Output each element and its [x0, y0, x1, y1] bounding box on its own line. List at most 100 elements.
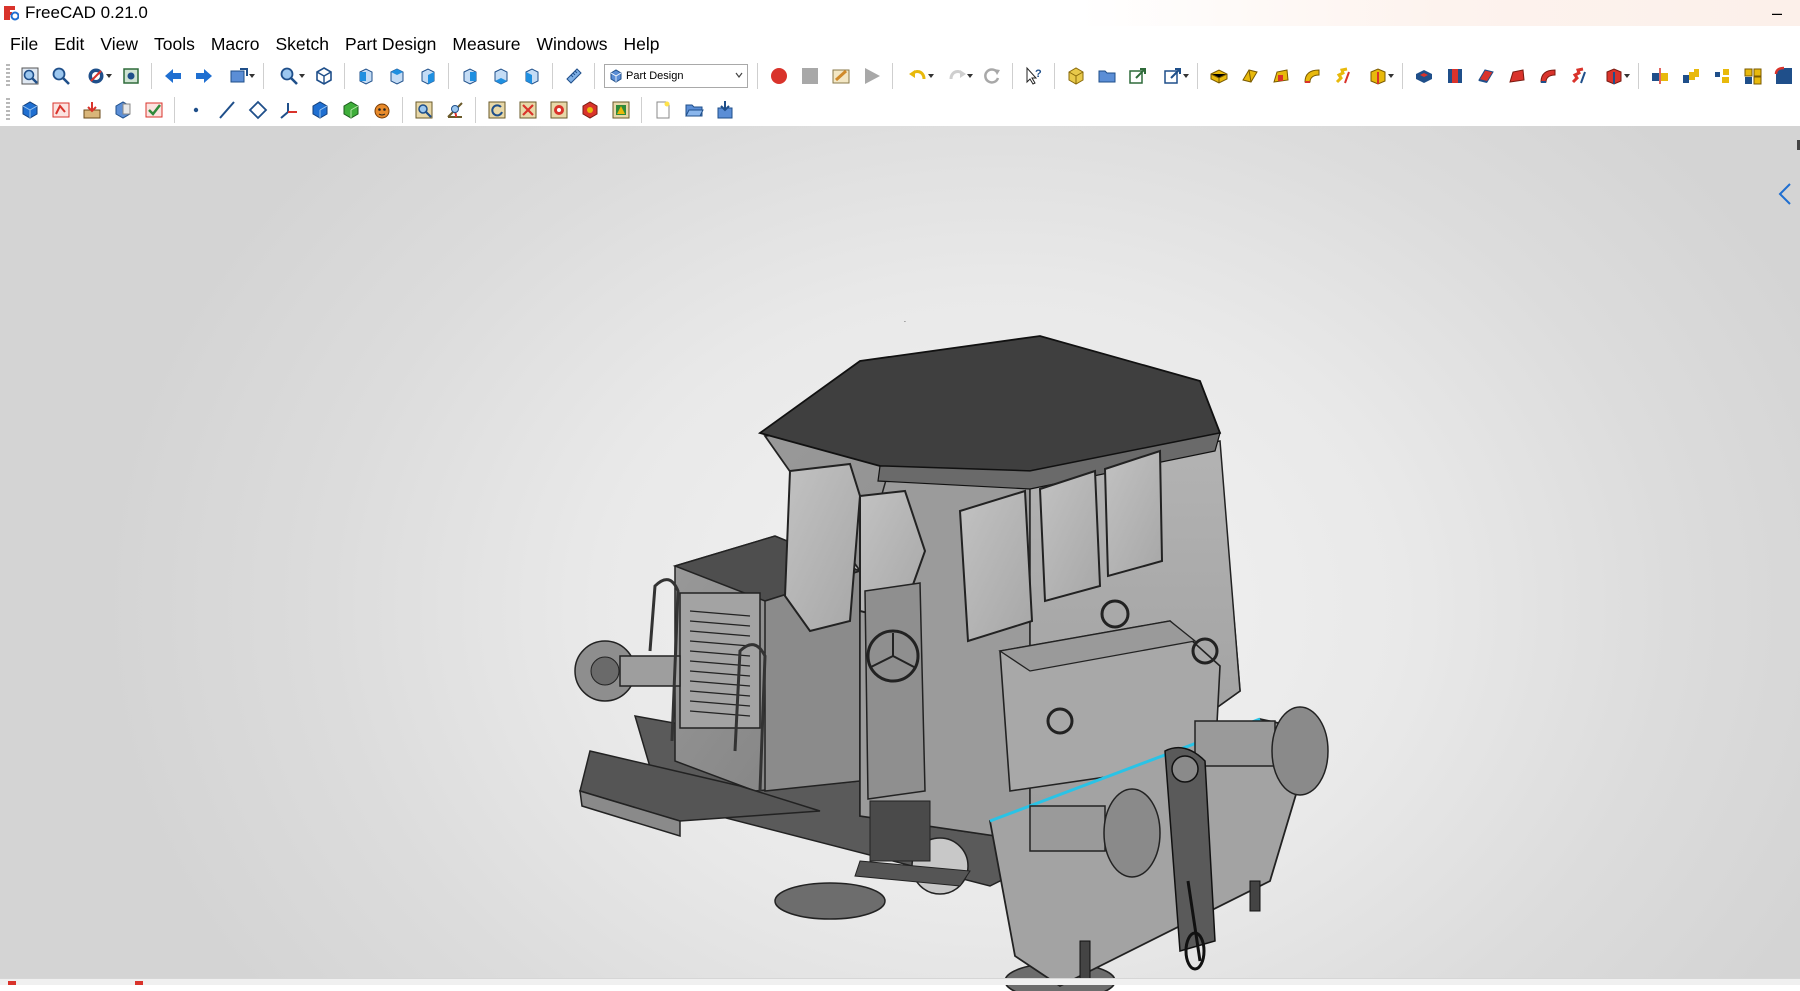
revolution-icon[interactable] [1234, 61, 1265, 91]
status-indicator [8, 981, 16, 985]
create-body-icon[interactable] [1060, 61, 1091, 91]
menu-sketch[interactable]: Sketch [267, 30, 337, 58]
subtractive-primitive-icon[interactable] [1594, 61, 1633, 91]
nav-back-icon[interactable] [157, 61, 188, 91]
linear-pattern-icon[interactable] [1675, 61, 1706, 91]
svg-text:?: ? [1035, 68, 1042, 80]
undo-icon[interactable] [898, 61, 937, 91]
subtractive-helix-icon[interactable] [1563, 61, 1594, 91]
menu-file[interactable]: File [2, 30, 46, 58]
refresh-icon[interactable] [976, 61, 1007, 91]
chevron-down-icon [735, 72, 743, 78]
front-view-icon[interactable] [350, 61, 381, 91]
toolbar-grip[interactable] [6, 64, 10, 88]
minimize-button[interactable]: – [1772, 0, 1782, 26]
open-document-icon[interactable] [678, 95, 709, 125]
redo-icon[interactable] [937, 61, 976, 91]
whats-this-icon[interactable]: ? [1018, 61, 1049, 91]
mirrored-icon[interactable] [1644, 61, 1675, 91]
subtractive-pipe-icon[interactable] [1532, 61, 1563, 91]
menu-windows[interactable]: Windows [529, 30, 616, 58]
new-document-icon[interactable] [647, 95, 678, 125]
toolbar-grip[interactable] [6, 98, 10, 122]
part-design-icon [610, 69, 622, 83]
datum-plane-icon[interactable] [242, 95, 273, 125]
link-actions-icon[interactable] [1153, 61, 1192, 91]
measure-delta-icon[interactable] [605, 95, 636, 125]
left-view-icon[interactable] [516, 61, 547, 91]
check-geometry-icon[interactable] [138, 95, 169, 125]
menu-bar: File Edit View Tools Macro Sketch Part D… [0, 30, 668, 58]
3d-viewport[interactable] [0, 126, 1800, 991]
multi-transform-icon[interactable] [1737, 61, 1768, 91]
validate-sketch-icon[interactable] [107, 95, 138, 125]
draw-style-icon[interactable] [76, 61, 115, 91]
toolbar-separator [1402, 63, 1403, 89]
create-group-icon[interactable] [1091, 61, 1122, 91]
menu-tools[interactable]: Tools [146, 30, 203, 58]
toolbar-separator [641, 97, 642, 123]
additive-pipe-icon[interactable] [1296, 61, 1327, 91]
expand-panel-icon[interactable] [1778, 182, 1792, 206]
measure-refresh-icon[interactable] [481, 95, 512, 125]
additive-helix-icon[interactable] [1327, 61, 1358, 91]
attach-sketch-icon[interactable] [76, 95, 107, 125]
create-sketch-icon[interactable] [45, 95, 76, 125]
workbench-selector[interactable]: Part Design [604, 64, 748, 88]
additive-primitive-icon[interactable] [1358, 61, 1397, 91]
menu-view[interactable]: View [92, 30, 146, 58]
menu-macro[interactable]: Macro [203, 30, 268, 58]
measure-clear-icon[interactable] [512, 95, 543, 125]
pocket-icon[interactable] [1408, 61, 1439, 91]
bounding-box-icon[interactable] [115, 61, 146, 91]
toolbar-separator [263, 63, 264, 89]
secondary-toolbar [0, 94, 740, 126]
rear-view-icon[interactable] [454, 61, 485, 91]
measure-toggle-icon[interactable] [543, 95, 574, 125]
zoom-icon[interactable] [269, 61, 308, 91]
save-document-icon[interactable] [709, 95, 740, 125]
menu-edit[interactable]: Edit [46, 30, 92, 58]
macro-stop-icon[interactable] [794, 61, 825, 91]
locomotive-model[interactable] [560, 321, 1540, 991]
body-icon[interactable] [14, 95, 45, 125]
toolbar-separator [1197, 63, 1198, 89]
measure-linear-icon[interactable] [408, 95, 439, 125]
hole-icon[interactable] [1439, 61, 1470, 91]
fit-all-icon[interactable] [14, 61, 45, 91]
right-view-icon[interactable] [412, 61, 443, 91]
fit-selection-icon[interactable] [45, 61, 76, 91]
menu-measure[interactable]: Measure [444, 30, 528, 58]
main-toolbar: Part Design ? [0, 60, 1799, 92]
isometric-view-icon[interactable] [308, 61, 339, 91]
measure-distance-icon[interactable] [558, 61, 589, 91]
additive-loft-icon[interactable] [1265, 61, 1296, 91]
subshape-binder-icon[interactable] [335, 95, 366, 125]
macro-record-icon[interactable] [763, 61, 794, 91]
bottom-view-icon[interactable] [485, 61, 516, 91]
create-link-icon[interactable] [1122, 61, 1153, 91]
fillet-icon[interactable] [1768, 61, 1799, 91]
title-bar: FreeCAD 0.21.0 – [0, 0, 1800, 26]
groove-icon[interactable] [1470, 61, 1501, 91]
pad-icon[interactable] [1203, 61, 1234, 91]
shape-binder-icon[interactable] [304, 95, 335, 125]
measure-angular-icon[interactable] [439, 95, 470, 125]
toolbar-separator [1012, 63, 1013, 89]
subtractive-loft-icon[interactable] [1501, 61, 1532, 91]
sync-view-icon[interactable] [219, 61, 258, 91]
top-view-icon[interactable] [381, 61, 412, 91]
macro-run-icon[interactable] [856, 61, 887, 91]
measure-toggle-3d-icon[interactable] [574, 95, 605, 125]
menu-part-design[interactable]: Part Design [337, 30, 444, 58]
clone-icon[interactable] [366, 95, 397, 125]
nav-forward-icon[interactable] [188, 61, 219, 91]
menu-help[interactable]: Help [616, 30, 668, 58]
toolbar-separator [552, 63, 553, 89]
polar-pattern-icon[interactable] [1706, 61, 1737, 91]
toolbar-separator [151, 63, 152, 89]
datum-line-icon[interactable] [211, 95, 242, 125]
macro-edit-icon[interactable] [825, 61, 856, 91]
datum-point-icon[interactable] [180, 95, 211, 125]
local-cs-icon[interactable] [273, 95, 304, 125]
